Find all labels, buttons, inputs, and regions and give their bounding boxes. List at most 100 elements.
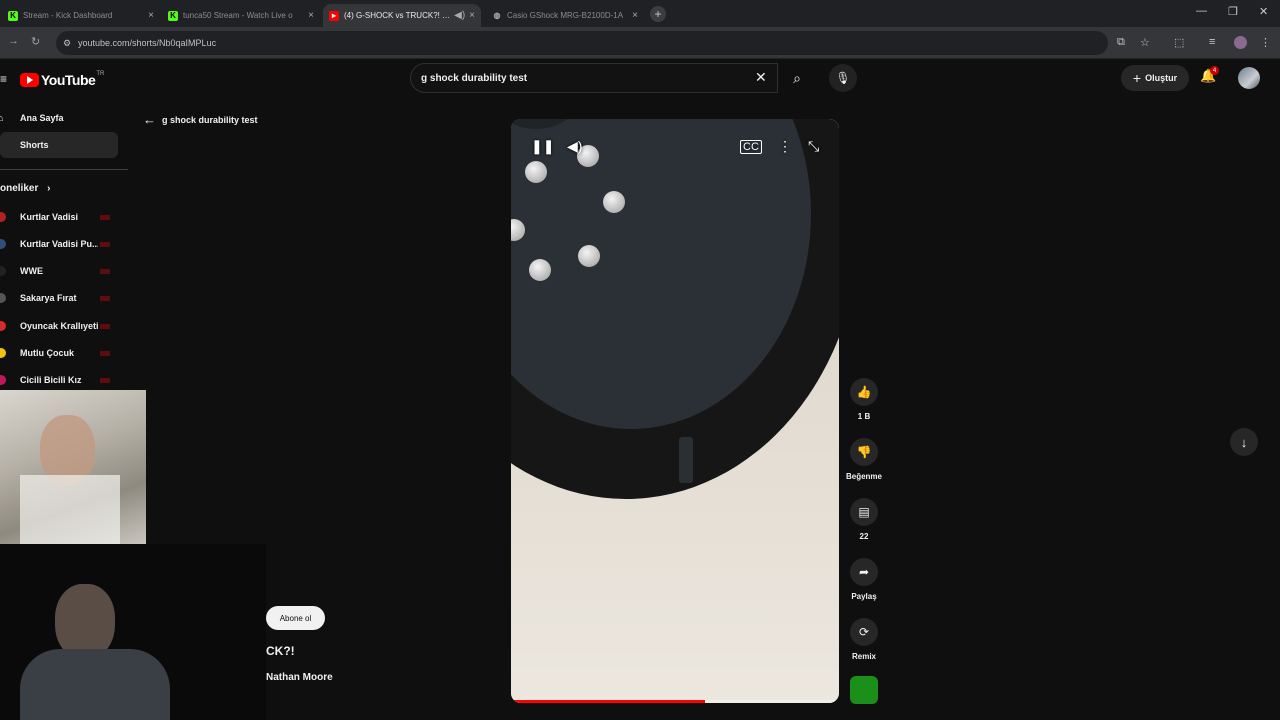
thumbs-up-icon: 👍 [850, 378, 878, 406]
back-to-search-link[interactable]: ← g shock durability test [143, 112, 258, 127]
comments-button[interactable]: ▤ 22 [845, 498, 883, 541]
live-indicator-icon [100, 214, 110, 220]
close-window-icon[interactable]: ✕ [1259, 5, 1268, 18]
sidebar-item-label: Shorts [20, 140, 49, 150]
subscriptions-heading-text: oneliker [0, 183, 39, 194]
sidebar-item-shorts[interactable]: Shorts [0, 132, 118, 158]
create-label: Oluştur [1145, 73, 1178, 83]
search-value: g shock durability test [421, 72, 528, 84]
create-button[interactable]: + Oluştur [1121, 65, 1189, 91]
channel-avatar [0, 321, 6, 331]
subscribe-button[interactable]: Abone ol [266, 606, 325, 630]
new-tab-button[interactable]: + [650, 6, 666, 22]
video-progress-bar[interactable] [511, 700, 839, 703]
search-button[interactable]: ⌕ [778, 63, 816, 93]
subscription-item[interactable]: WWE [0, 261, 118, 281]
dislike-label: Beğenme [845, 472, 882, 481]
subscription-item[interactable]: Mutlu Çocuk [0, 343, 118, 363]
close-icon[interactable]: × [148, 10, 154, 21]
lug-nut [529, 259, 551, 281]
subscribe-label: Abone ol [279, 613, 312, 623]
search-input[interactable]: g shock durability test [410, 63, 778, 93]
remix-icon: ⟳ [850, 618, 878, 646]
browser-tab[interactable]: ◍ Casio GShock MRG-B2100D-1A × [486, 4, 644, 27]
close-icon[interactable]: × [632, 10, 638, 21]
subscription-item[interactable]: Kurtlar Vadisi Pu... [0, 234, 118, 254]
captions-icon[interactable]: CC [740, 140, 762, 154]
media-controls-icon[interactable]: ≡ [1209, 36, 1215, 48]
close-icon[interactable]: × [469, 10, 475, 21]
sound-thumbnail[interactable] [850, 676, 878, 704]
live-indicator-icon [100, 323, 110, 329]
subscription-item[interactable]: Oyuncak Krallıyeti [0, 316, 118, 336]
reload-icon[interactable]: ↻ [31, 35, 40, 48]
restore-icon[interactable]: ❐ [1228, 5, 1238, 18]
live-indicator-icon [100, 350, 110, 356]
hamburger-menu-icon[interactable]: ≡ [0, 72, 7, 86]
video-hub [511, 119, 591, 129]
browser-tab[interactable]: K Stream - Kick Dashboard × [2, 4, 160, 27]
logo-text: YouTube [41, 72, 96, 88]
subscription-item[interactable]: Cicili Bicili Kız [0, 370, 118, 390]
subscriptions-heading[interactable]: oneliker › [0, 183, 50, 194]
clear-search-icon[interactable]: ✕ [755, 69, 767, 86]
account-avatar[interactable] [1238, 67, 1260, 89]
channel-avatar [0, 293, 6, 303]
comment-icon: ▤ [850, 498, 878, 526]
lug-nut [525, 161, 547, 183]
sidebar-item-label: Ana Sayfa [20, 113, 64, 123]
menu-kebab-icon[interactable]: ⋮ [1260, 36, 1271, 49]
remix-button[interactable]: ⟳ Remix [845, 618, 883, 661]
share-arrow-icon: ➦ [850, 558, 878, 586]
remix-label: Remix [851, 652, 876, 661]
channel-name-link[interactable]: Nathan Moore [266, 672, 333, 683]
subscription-item[interactable]: Kurtlar Vadisi [0, 207, 118, 227]
like-count: 1 B [857, 412, 871, 421]
search-icon: ⌕ [793, 69, 801, 86]
comment-count: 22 [859, 532, 869, 541]
address-bar-row: → ↻ ⚙ youtube.com/shorts/Nb0qaIMPLuc ⧉ ☆… [0, 27, 1280, 59]
channel-name: Cicili Bicili Kız [20, 375, 82, 385]
home-icon: ⌂ [0, 113, 4, 123]
voice-search-button[interactable]: 🎙 [829, 64, 857, 92]
site-info-icon[interactable]: ⚙ [63, 38, 71, 49]
subscription-item[interactable]: Sakarya Fırat [0, 288, 118, 308]
sidebar-item-home[interactable]: ⌂ Ana Sayfa [0, 105, 118, 131]
next-video-button[interactable]: ↓ [1230, 428, 1258, 456]
close-icon[interactable]: × [308, 10, 314, 21]
browser-tab-bar: K Stream - Kick Dashboard × K tunca50 St… [0, 0, 1280, 27]
forward-icon[interactable]: → [8, 35, 19, 47]
kick-icon: K [8, 10, 18, 21]
install-icon[interactable]: ⧉ [1117, 36, 1125, 49]
extensions-icon[interactable]: ⬚ [1174, 36, 1184, 49]
tab-title: (4) G-SHOCK vs TRUCK?! - Y [344, 11, 453, 20]
fullscreen-icon[interactable]: ⤡ [808, 138, 819, 155]
arrow-down-icon: ↓ [1240, 434, 1248, 450]
volume-icon[interactable]: ◀) [567, 138, 582, 155]
youtube-logo[interactable]: YouTube TR [20, 71, 104, 88]
share-button[interactable]: ➦ Paylaş [845, 558, 883, 601]
pause-icon[interactable]: ❚❚ [531, 138, 554, 155]
minimize-icon[interactable]: — [1196, 5, 1207, 17]
browser-tab[interactable]: K tunca50 Stream - Watch Live o × [162, 4, 320, 27]
masthead: ≡ YouTube TR g shock durability test ✕ ⌕… [0, 59, 1280, 99]
youtube-play-icon [20, 73, 39, 87]
shorts-video-player[interactable]: ❚❚ ◀) CC ⋮ ⤡ [511, 119, 839, 703]
like-button[interactable]: 👍 1 B [845, 378, 883, 421]
url-field[interactable]: ⚙ youtube.com/shorts/Nb0qaIMPLuc [56, 31, 1108, 55]
notification-badge: 4 [1210, 66, 1219, 75]
dislike-button[interactable]: 👎 Beğenme [845, 438, 883, 481]
profile-icon[interactable] [1234, 36, 1247, 49]
lug-nut [578, 245, 600, 267]
bookmark-star-icon[interactable]: ☆ [1140, 36, 1150, 49]
more-options-icon[interactable]: ⋮ [778, 138, 792, 155]
browser-tab-active[interactable]: ▸ (4) G-SHOCK vs TRUCK?! - Y ◀) × [323, 4, 481, 27]
sidebar-divider [0, 169, 128, 170]
audio-icon[interactable]: ◀) [454, 10, 465, 21]
youtube-icon: ▸ [329, 10, 339, 21]
live-indicator-icon [100, 241, 110, 247]
video-title[interactable]: CK?! [266, 644, 295, 658]
webcam-overlay-2 [0, 544, 266, 720]
thumbs-down-icon: 👎 [850, 438, 878, 466]
tab-title: Casio GShock MRG-B2100D-1A [507, 11, 624, 20]
